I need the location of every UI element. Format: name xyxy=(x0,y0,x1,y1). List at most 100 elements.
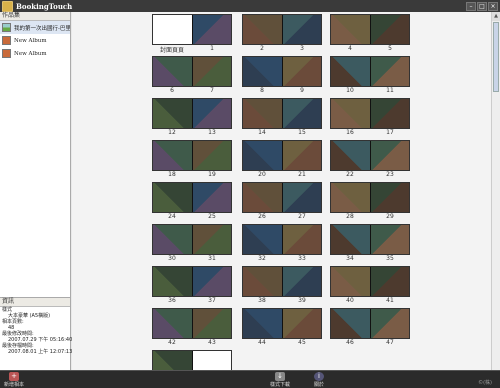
page-thumbnail[interactable] xyxy=(281,267,321,296)
page-thumbnail[interactable] xyxy=(153,351,192,370)
page-spread[interactable] xyxy=(330,182,410,213)
page-spread[interactable] xyxy=(242,182,322,213)
bottom-toolbar: + 新增相本 ↓ 樣式下載 i 關於 ©(株) xyxy=(0,370,500,388)
page-thumbnail[interactable] xyxy=(369,57,409,86)
scroll-up-icon[interactable]: ▲ xyxy=(492,12,500,21)
album-label: New Album xyxy=(14,50,47,57)
page-thumbnail[interactable] xyxy=(281,225,321,254)
page-spread[interactable] xyxy=(152,266,232,297)
page-thumbnail[interactable] xyxy=(191,99,231,128)
page-thumbnail[interactable] xyxy=(153,99,192,128)
page-spread[interactable] xyxy=(330,224,410,255)
page-thumbnail[interactable] xyxy=(243,15,282,44)
page-thumbnail[interactable] xyxy=(243,183,282,212)
page-spread[interactable] xyxy=(242,308,322,339)
page-thumbnail[interactable] xyxy=(153,225,192,254)
page-number-label: 15 xyxy=(298,129,306,136)
page-thumbnail[interactable] xyxy=(243,267,282,296)
minimize-button[interactable]: – xyxy=(466,1,476,11)
page-spread[interactable] xyxy=(242,266,322,297)
page-spread[interactable] xyxy=(152,56,232,87)
page-thumbnail[interactable] xyxy=(369,141,409,170)
page-thumbnail[interactable] xyxy=(243,141,282,170)
page-thumbnail[interactable] xyxy=(243,309,282,338)
page-thumbnail[interactable] xyxy=(331,267,370,296)
page-spread[interactable] xyxy=(330,14,410,45)
page-thumbnail[interactable] xyxy=(281,183,321,212)
page-thumbnail[interactable] xyxy=(191,351,231,370)
new-album-icon: + xyxy=(9,372,19,381)
page-spread[interactable] xyxy=(152,14,232,45)
page-thumbnail[interactable] xyxy=(191,57,231,86)
about-button[interactable]: i 關於 xyxy=(314,372,324,388)
new-album-button[interactable]: + 新增相本 xyxy=(4,372,24,388)
spread-grid: 封面頁頁 1 2 3 4 5 6 7 8 9 10 11 12 13 14 15 16 17 18 19 20 21 22 2… xyxy=(72,12,491,370)
page-thumbnail[interactable] xyxy=(281,309,321,338)
page-spread[interactable] xyxy=(242,56,322,87)
page-thumbnail[interactable] xyxy=(331,309,370,338)
page-thumbnail[interactable] xyxy=(243,99,282,128)
page-number-label: 38 xyxy=(258,297,266,304)
page-thumbnail[interactable] xyxy=(243,57,282,86)
page-spread[interactable] xyxy=(330,140,410,171)
page-thumbnail[interactable] xyxy=(191,141,231,170)
album-item[interactable]: 我的第一次出國行-巴里島 xyxy=(0,21,70,34)
page-thumbnail[interactable] xyxy=(369,15,409,44)
scroll-thumb[interactable] xyxy=(493,22,499,92)
page-thumbnail[interactable] xyxy=(191,225,231,254)
download-label: 樣式下載 xyxy=(270,382,291,388)
page-thumbnail[interactable] xyxy=(331,15,370,44)
album-item[interactable]: New Album xyxy=(0,34,70,47)
page-spread[interactable] xyxy=(330,56,410,87)
page-spread[interactable] xyxy=(330,266,410,297)
page-spread[interactable] xyxy=(152,224,232,255)
download-styles-button[interactable]: ↓ 樣式下載 xyxy=(270,372,290,388)
page-spread[interactable] xyxy=(330,308,410,339)
maximize-button[interactable]: □ xyxy=(477,1,487,11)
page-thumbnail[interactable] xyxy=(331,141,370,170)
page-thumbnail[interactable] xyxy=(281,99,321,128)
page-thumbnail[interactable] xyxy=(331,225,370,254)
page-spread[interactable] xyxy=(152,182,232,213)
page-thumbnail[interactable] xyxy=(369,267,409,296)
page-thumbnail[interactable] xyxy=(153,141,192,170)
album-item[interactable]: New Album xyxy=(0,47,70,60)
page-spread[interactable] xyxy=(152,350,232,370)
close-button[interactable]: × xyxy=(488,1,498,11)
page-thumbnail[interactable] xyxy=(153,309,192,338)
page-spread[interactable] xyxy=(152,98,232,129)
page-number-label: 5 xyxy=(388,45,392,52)
page-spread[interactable] xyxy=(152,140,232,171)
page-thumbnail[interactable] xyxy=(281,57,321,86)
page-thumbnail[interactable] xyxy=(281,141,321,170)
page-thumbnail[interactable] xyxy=(369,183,409,212)
page-thumbnail[interactable] xyxy=(191,15,231,44)
page-thumbnail[interactable] xyxy=(243,225,282,254)
page-spread[interactable] xyxy=(242,224,322,255)
page-spread[interactable] xyxy=(330,98,410,129)
page-thumbnail[interactable] xyxy=(369,309,409,338)
page-spread[interactable] xyxy=(242,98,322,129)
page-number-label: 12 xyxy=(168,129,176,136)
page-spread[interactable] xyxy=(242,140,322,171)
page-thumbnail[interactable] xyxy=(153,57,192,86)
page-thumbnail[interactable] xyxy=(153,183,192,212)
albums-panel-label: 作品集 xyxy=(0,12,70,21)
page-number-label: 4 xyxy=(348,45,352,52)
page-thumbnail[interactable] xyxy=(191,309,231,338)
page-thumbnail[interactable] xyxy=(191,267,231,296)
page-thumbnail[interactable] xyxy=(191,183,231,212)
page-number-label: 32 xyxy=(258,255,266,262)
page-thumbnail[interactable] xyxy=(331,57,370,86)
page-spread[interactable] xyxy=(152,308,232,339)
page-thumbnail[interactable] xyxy=(331,183,370,212)
page-thumbnail[interactable] xyxy=(281,15,321,44)
page-thumbnail[interactable] xyxy=(369,225,409,254)
page-thumbnail[interactable] xyxy=(153,15,192,44)
page-number-label: 37 xyxy=(208,297,216,304)
page-thumbnail[interactable] xyxy=(153,267,192,296)
page-thumbnail[interactable] xyxy=(331,99,370,128)
page-spread[interactable] xyxy=(242,14,322,45)
page-thumbnail[interactable] xyxy=(369,99,409,128)
vertical-scrollbar[interactable]: ▲ xyxy=(491,12,500,370)
